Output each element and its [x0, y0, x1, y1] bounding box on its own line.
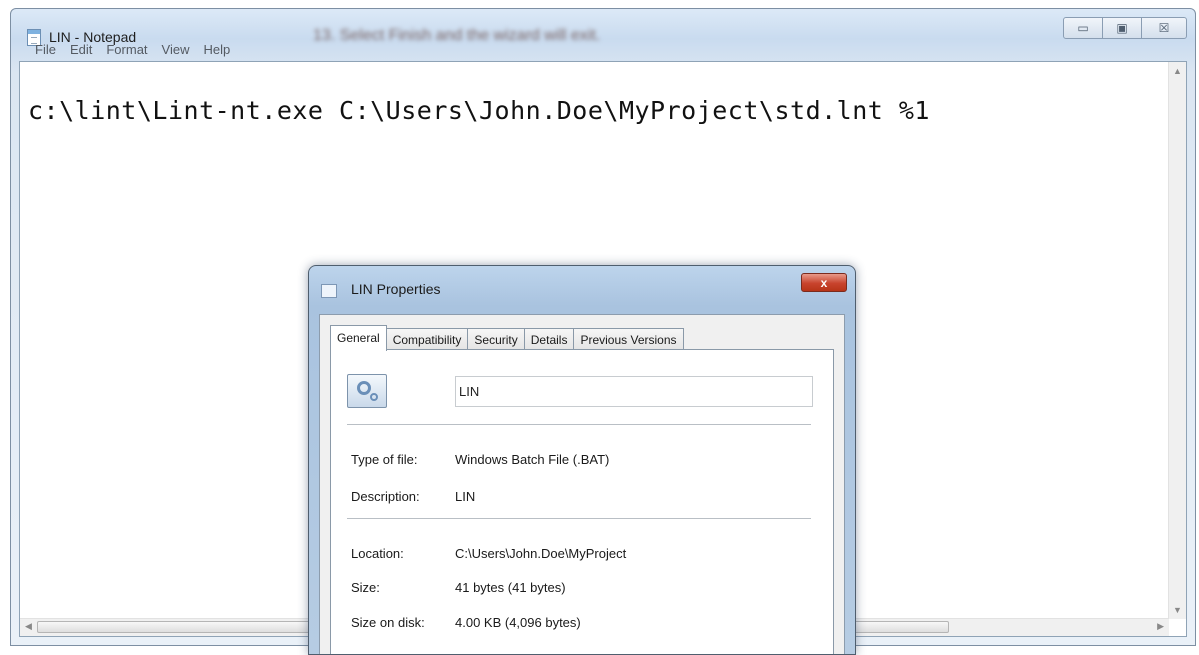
- file-type-icon: [347, 374, 387, 408]
- menu-help[interactable]: Help: [203, 42, 230, 57]
- scroll-down-icon[interactable]: ▼: [1169, 605, 1186, 615]
- size-on-disk-label: Size on disk:: [351, 615, 425, 630]
- scroll-right-icon[interactable]: ▶: [1157, 621, 1164, 632]
- menu-file[interactable]: File: [35, 42, 56, 57]
- vertical-scrollbar[interactable]: ▲ ▼: [1168, 62, 1186, 619]
- type-value: Windows Batch File (.BAT): [455, 452, 610, 467]
- type-label: Type of file:: [351, 452, 418, 467]
- dialog-close-button[interactable]: x: [801, 273, 847, 292]
- batch-file-icon: [321, 284, 337, 298]
- tab-strip: General Compatibility Security Details P…: [330, 325, 684, 351]
- maximize-button[interactable]: ▣: [1102, 17, 1142, 39]
- size-on-disk-value: 4.00 KB (4,096 bytes): [455, 615, 581, 630]
- general-tab-panel: Type of file: Windows Batch File (.BAT) …: [330, 349, 834, 654]
- document-text[interactable]: c:\lint\Lint-nt.exe C:\Users\John.Doe\My…: [28, 96, 930, 125]
- close-button[interactable]: ☒: [1141, 17, 1187, 39]
- tab-security[interactable]: Security: [467, 328, 525, 351]
- dialog-title: LIN Properties: [351, 281, 441, 297]
- file-name-field[interactable]: [455, 376, 813, 407]
- menu-format[interactable]: Format: [106, 42, 147, 57]
- minimize-button[interactable]: ▭: [1063, 17, 1103, 39]
- properties-dialog: LIN Properties x General Compatibility S…: [308, 265, 856, 655]
- divider: [347, 424, 811, 425]
- menu-view[interactable]: View: [162, 42, 190, 57]
- description-value: LIN: [455, 489, 476, 504]
- size-label: Size:: [351, 580, 380, 595]
- tab-compatibility[interactable]: Compatibility: [385, 328, 469, 351]
- menu-edit[interactable]: Edit: [70, 42, 92, 57]
- description-label: Description:: [351, 489, 420, 504]
- location-label: Location:: [351, 546, 404, 561]
- size-value: 41 bytes (41 bytes): [455, 580, 566, 595]
- scroll-up-icon[interactable]: ▲: [1169, 66, 1186, 76]
- divider: [347, 518, 811, 519]
- dialog-body: General Compatibility Security Details P…: [319, 314, 845, 654]
- location-value: C:\Users\John.Doe\MyProject: [455, 546, 627, 561]
- menu-bar: File Edit Format View Help: [11, 39, 1195, 59]
- scroll-left-icon[interactable]: ◀: [25, 621, 32, 632]
- tab-details[interactable]: Details: [523, 328, 575, 351]
- tab-general[interactable]: General: [330, 325, 387, 351]
- window-controls: ▭ ▣ ☒: [1063, 17, 1187, 39]
- tab-previous-versions[interactable]: Previous Versions: [573, 328, 684, 351]
